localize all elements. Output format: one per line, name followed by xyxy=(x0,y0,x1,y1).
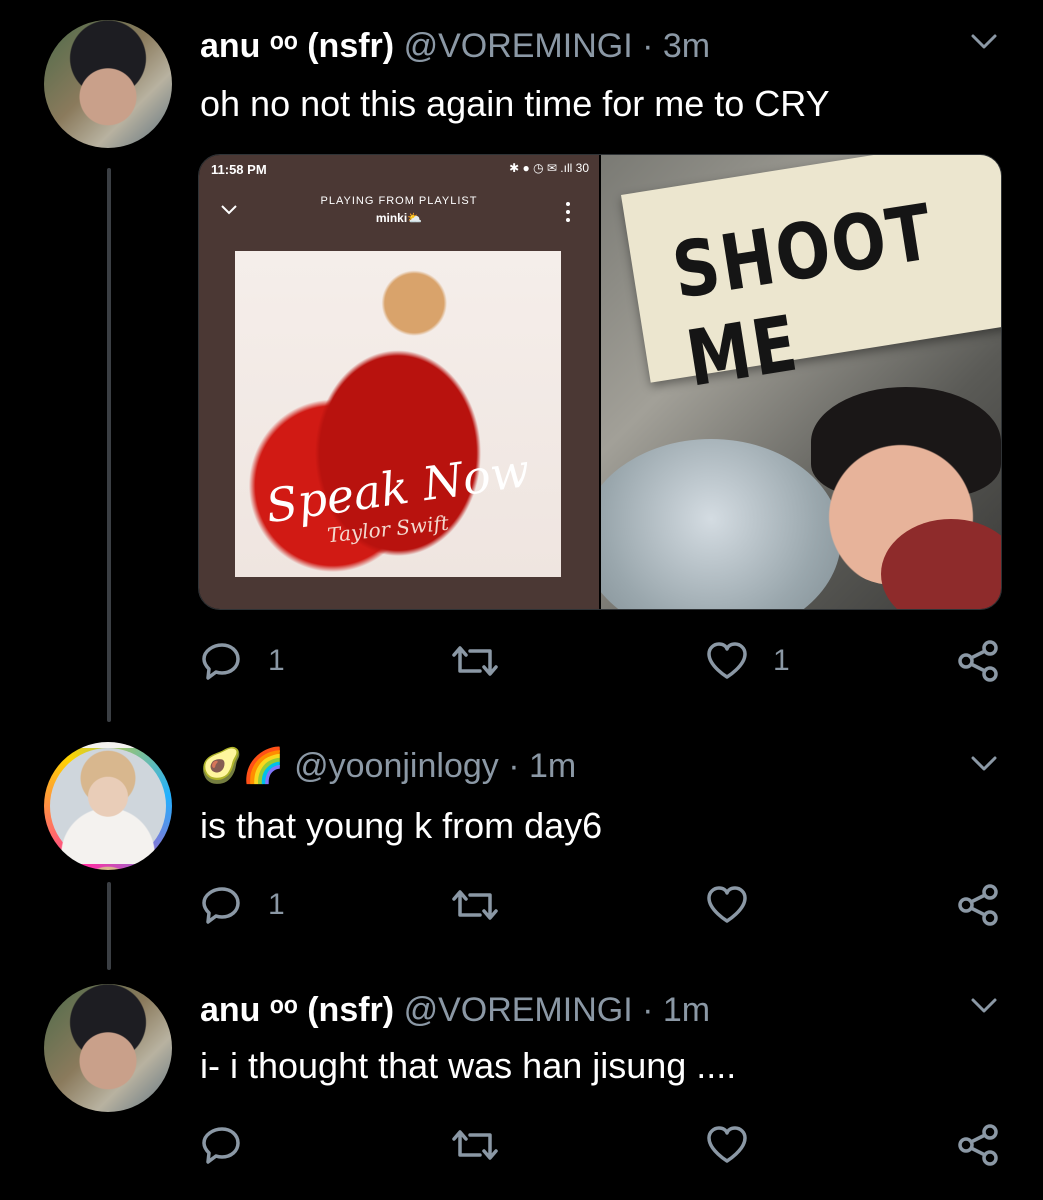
handle[interactable]: @VOREMINGI xyxy=(404,27,633,65)
share-icon xyxy=(958,640,998,682)
tweet-header: 🥑🌈 @yoonjinlogy · 1m xyxy=(200,746,576,786)
reply-button[interactable] xyxy=(200,1120,268,1170)
retweet-button[interactable] xyxy=(450,1120,524,1170)
tweet-text: is that young k from day6 xyxy=(200,805,603,846)
display-name[interactable]: anu ᵒᵒ (nsfr) xyxy=(200,27,394,65)
share-icon xyxy=(958,884,998,926)
timestamp[interactable]: 3m xyxy=(663,27,710,65)
tweet-header: anu ᵒᵒ (nsfr) @VOREMINGI · 1m xyxy=(200,990,710,1030)
display-name[interactable]: anu ᵒᵒ (nsfr) xyxy=(200,991,394,1029)
tweet[interactable]: 🥑🌈 @yoonjinlogy · 1m is that young k fro… xyxy=(0,720,1043,970)
chevron-down-icon[interactable] xyxy=(970,996,998,1016)
playing-from-label: PLAYING FROM PLAYLIST xyxy=(320,195,478,207)
share-button[interactable] xyxy=(956,880,1000,930)
tweet-header: anu ᵒᵒ (nsfr) @VOREMINGI · 3m xyxy=(200,26,710,66)
media-image-screenshot[interactable]: 11:58 PM ✱ ● ◷ ✉ .ıll 30 PLAYING FROM PL… xyxy=(199,155,599,609)
reply-count: 1 xyxy=(268,888,285,921)
share-icon xyxy=(958,1124,998,1166)
retweet-icon xyxy=(452,646,498,676)
like-button[interactable]: 1 xyxy=(705,636,790,686)
album-cover: Speak Now Taylor Swift xyxy=(235,251,561,577)
like-count: 1 xyxy=(773,644,790,677)
tweet[interactable]: anu ᵒᵒ (nsfr) @VOREMINGI · 1m i- i thoug… xyxy=(0,970,1043,1200)
chevron-down-icon[interactable] xyxy=(970,754,998,774)
sign-text: SHOOT ME xyxy=(666,188,940,405)
handle[interactable]: @yoonjinlogy xyxy=(294,747,499,785)
timestamp[interactable]: 1m xyxy=(663,991,710,1029)
timestamp[interactable]: 1m xyxy=(529,747,576,785)
more-icon xyxy=(566,202,570,222)
display-name[interactable]: 🥑🌈 xyxy=(200,747,285,785)
avatar[interactable] xyxy=(44,984,172,1112)
handle[interactable]: @VOREMINGI xyxy=(404,991,633,1029)
like-button[interactable] xyxy=(705,880,773,930)
retweet-button[interactable] xyxy=(450,636,524,686)
heart-icon xyxy=(707,886,747,923)
reply-count: 1 xyxy=(268,644,285,677)
tweet[interactable]: anu ᵒᵒ (nsfr) @VOREMINGI · 3m oh no not … xyxy=(0,0,1043,720)
heart-icon xyxy=(707,642,747,679)
sign: SHOOT ME xyxy=(621,155,1001,405)
share-button[interactable] xyxy=(956,1120,1000,1170)
reply-icon xyxy=(202,643,240,680)
tweet-text: i- i thought that was han jisung .... xyxy=(200,1045,737,1086)
tweet-text: oh no not this again time for me to CRY xyxy=(200,83,830,124)
tweet-actions xyxy=(200,1120,1010,1170)
like-button[interactable] xyxy=(705,1120,773,1170)
retweet-icon xyxy=(452,890,498,920)
reply-button[interactable]: 1 xyxy=(200,636,285,686)
playlist-name: minki⛅ xyxy=(375,211,423,225)
media-grid[interactable]: 11:58 PM ✱ ● ◷ ✉ .ıll 30 PLAYING FROM PL… xyxy=(198,154,1002,610)
avatar[interactable] xyxy=(44,742,172,870)
reply-button[interactable]: 1 xyxy=(200,880,285,930)
retweet-icon xyxy=(452,1130,498,1160)
reply-icon xyxy=(202,887,240,924)
reply-icon xyxy=(202,1127,240,1164)
separator: · xyxy=(642,991,654,1029)
separator: · xyxy=(642,27,654,65)
avatar[interactable] xyxy=(44,20,172,148)
separator: · xyxy=(508,747,520,785)
phone-status-time: 11:58 PM xyxy=(211,162,267,177)
hair-shape xyxy=(601,439,841,609)
tweet-actions: 1 1 xyxy=(200,636,1010,686)
phone-status-icons: ✱ ● ◷ ✉ .ıll 30 xyxy=(509,161,589,175)
chevron-down-icon[interactable] xyxy=(970,32,998,52)
share-button[interactable] xyxy=(956,636,1000,686)
media-image-photo[interactable]: SHOOT ME xyxy=(601,155,1001,609)
retweet-button[interactable] xyxy=(450,880,524,930)
tweet-actions: 1 xyxy=(200,880,1010,930)
heart-icon xyxy=(707,1126,747,1163)
